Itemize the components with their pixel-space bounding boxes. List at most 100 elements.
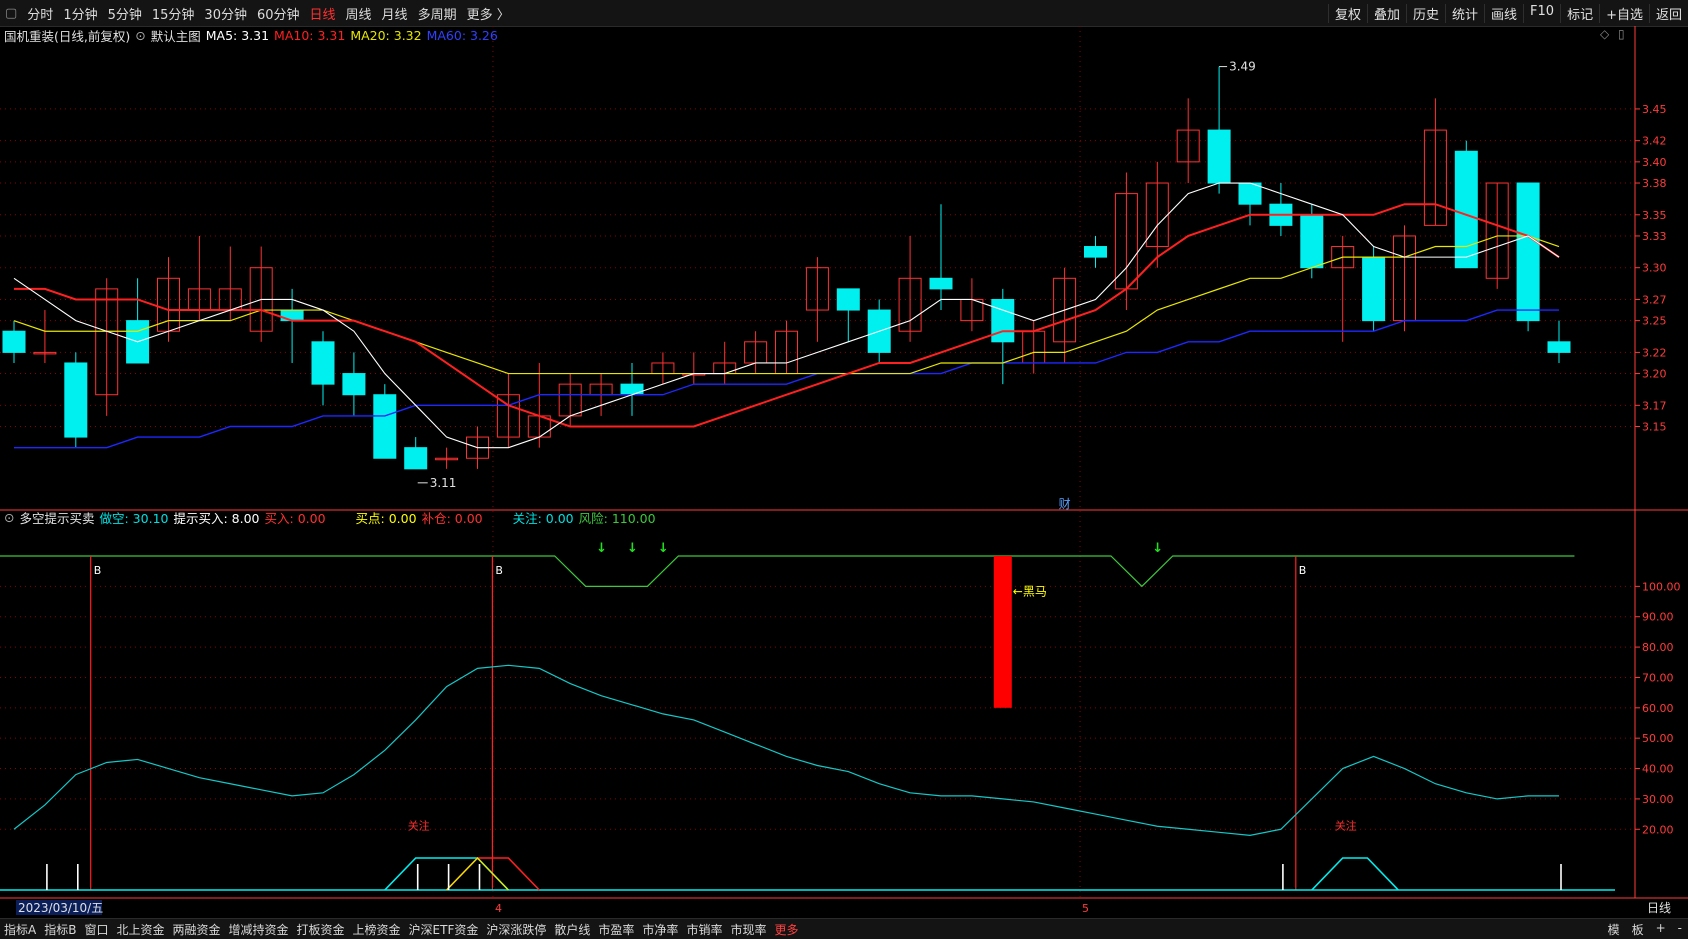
indicator-tick-label: 60.00 bbox=[1642, 702, 1674, 715]
bottom-tab[interactable]: 窗口 bbox=[80, 921, 112, 938]
indicator-tick-label: 40.00 bbox=[1642, 763, 1674, 776]
period-tab[interactable]: 更多 〉 bbox=[462, 4, 515, 23]
bottom-tab[interactable]: 散户线 bbox=[550, 921, 594, 938]
ma10-value: MA10: 3.31 bbox=[274, 27, 346, 43]
bottom-tab[interactable]: 上榜资金 bbox=[349, 921, 405, 938]
period-tab[interactable]: 15分钟 bbox=[147, 4, 200, 23]
heima-label: ←黑马 bbox=[1013, 584, 1047, 598]
price-tick-label: 3.40 bbox=[1642, 156, 1667, 169]
period-tab[interactable]: 月线 bbox=[377, 4, 413, 23]
indicator-tick-label: 30.00 bbox=[1642, 793, 1674, 806]
bottom-tab[interactable]: 指标B bbox=[40, 921, 80, 938]
risk-arrow-icon: ↓ bbox=[596, 541, 607, 556]
toolbar-button[interactable]: +自选 bbox=[1599, 3, 1649, 23]
indicator-tick-label: 90.00 bbox=[1642, 611, 1674, 624]
price-tick-label: 3.27 bbox=[1642, 293, 1667, 306]
period-tab[interactable]: 30分钟 bbox=[199, 4, 252, 23]
top-toolbar: ▢ 分时 1分钟 5分钟 15分钟 30分钟 60分钟 日线 周线 月线 多周期 更多 〉 复权 叠加… bbox=[0, 0, 1688, 27]
date-cursor-label: 2023/03/10/五 bbox=[18, 901, 103, 915]
bottom-tab[interactable]: 市销率 bbox=[682, 921, 726, 938]
indicator-tick-label: 50.00 bbox=[1642, 732, 1674, 745]
candle-body bbox=[1454, 150, 1478, 269]
bottom-tab[interactable]: 两融资金 bbox=[168, 921, 224, 938]
guanzhu-label: 关注 bbox=[408, 818, 430, 832]
bottom-tab[interactable]: 市现率 bbox=[726, 921, 770, 938]
fengxian-value: 风险: 110.00 bbox=[578, 510, 656, 526]
indicator-name[interactable]: 多空提示买卖 bbox=[19, 508, 94, 527]
risk-arrow-icon: ↓ bbox=[627, 541, 638, 556]
candle-body bbox=[64, 362, 88, 438]
price-tick-label: 3.20 bbox=[1642, 368, 1667, 381]
bottom-toolbar: 指标A 指标B 窗口 北上资金 两融资金 增减持资金 打板资金 上榜资金 沪深ETF资金 沪深涨跌… bbox=[0, 918, 1688, 939]
guanzhu-value: 关注: 0.00 bbox=[512, 510, 574, 526]
bottom-tab[interactable]: 更多 bbox=[770, 921, 802, 938]
period-tab[interactable]: 5分钟 bbox=[103, 4, 147, 23]
risk-arrow-icon: ↓ bbox=[658, 541, 669, 556]
period-tab[interactable]: 1分钟 bbox=[58, 4, 102, 23]
period-tab[interactable]: 多周期 bbox=[413, 4, 462, 23]
guanzhu-label: 关注 bbox=[1335, 818, 1357, 832]
template-name[interactable]: 默认主图 bbox=[151, 26, 201, 45]
low-price-label: 3.11 bbox=[430, 476, 457, 490]
bottom-tab[interactable]: 指标A bbox=[0, 921, 40, 938]
price-tick-label: 3.30 bbox=[1642, 262, 1667, 275]
template-toggle-icon[interactable]: ⊙ bbox=[135, 28, 145, 43]
candle-body bbox=[1207, 129, 1231, 184]
zuokong-line bbox=[13, 664, 1559, 836]
indicator-tick-label: 100.00 bbox=[1642, 580, 1681, 593]
bottom-tab[interactable]: 沪深涨跌停 bbox=[482, 921, 550, 938]
bottom-right-controls: 模板 + - bbox=[1602, 921, 1688, 938]
price-tick-label: 3.35 bbox=[1642, 209, 1667, 222]
bottom-tab[interactable]: 北上资金 bbox=[112, 921, 168, 938]
bottom-tab[interactable]: 增减持资金 bbox=[225, 921, 293, 938]
price-tick-label: 3.17 bbox=[1642, 399, 1667, 412]
bottom-tab[interactable]: 市净率 bbox=[638, 921, 682, 938]
bottom-tab[interactable]: 打板资金 bbox=[293, 921, 349, 938]
price-tick-label: 3.22 bbox=[1642, 346, 1667, 359]
candle-body bbox=[620, 383, 644, 396]
candle-body bbox=[1516, 182, 1540, 322]
bottom-control[interactable]: - bbox=[1672, 921, 1688, 938]
toolbar-button[interactable]: 返回 bbox=[1648, 3, 1688, 23]
high-price-label: 3.49 bbox=[1229, 60, 1256, 74]
chart-canvas[interactable]: 3.45 3.42 3.40 3.38 3.35 3.33 3.30 3.27 3.25 3.22… bbox=[0, 26, 1688, 918]
bottom-control[interactable]: + bbox=[1650, 921, 1672, 938]
toolbar-button[interactable]: 复权 bbox=[1327, 3, 1367, 23]
buy-signal-label: B bbox=[495, 564, 503, 577]
price-tick-label: 3.42 bbox=[1642, 135, 1667, 148]
period-tab[interactable]: 周线 bbox=[341, 4, 377, 23]
period-tab[interactable]: 分时 bbox=[22, 4, 58, 23]
price-tick-label: 3.15 bbox=[1642, 420, 1667, 433]
toolbar-button[interactable]: 画线 bbox=[1484, 3, 1523, 23]
candle-body bbox=[991, 298, 1015, 343]
period-tab[interactable]: 日线 bbox=[305, 4, 341, 23]
heima-bar bbox=[993, 556, 1012, 708]
indicator-toggle-icon[interactable]: ⊙ bbox=[4, 510, 14, 525]
toolbar-button[interactable]: 标记 bbox=[1560, 3, 1599, 23]
window-menu-icon[interactable]: ▢ bbox=[0, 6, 22, 21]
ma5-value: MA5: 3.31 bbox=[205, 27, 270, 43]
price-tick-label: 3.38 bbox=[1642, 177, 1667, 190]
candle-body bbox=[1547, 341, 1571, 353]
expand-icon: ▯ bbox=[1618, 27, 1625, 41]
candle-body bbox=[1300, 214, 1324, 269]
bottom-tab[interactable]: 沪深ETF资金 bbox=[405, 921, 483, 938]
buy-signal-label: B bbox=[94, 564, 102, 577]
bottom-control[interactable]: 模 bbox=[1602, 921, 1626, 938]
period-tabs: 分时 1分钟 5分钟 15分钟 30分钟 60分钟 日线 周线 月线 多周期 更多 〉 bbox=[22, 4, 514, 23]
ma60-value: MA60: 3.26 bbox=[426, 27, 498, 43]
toolbar-button[interactable]: F10 bbox=[1523, 3, 1560, 23]
toolbar-buttons: 复权 叠加 历史 统计 画线 F10 标记 +自选 返回 bbox=[1327, 3, 1688, 23]
buy-signal-label: B bbox=[1299, 564, 1307, 577]
toolbar-button[interactable]: 历史 bbox=[1405, 3, 1445, 23]
price-tick-label: 3.25 bbox=[1642, 315, 1667, 328]
bottom-control[interactable]: 板 bbox=[1626, 921, 1650, 938]
stock-title[interactable]: 国机重装(日线,前复权) bbox=[4, 26, 130, 45]
period-tab[interactable]: 60分钟 bbox=[252, 4, 305, 23]
main-chart-info: 国机重装(日线,前复权) ⊙ 默认主图 MA5: 3.31 MA10: 3.31… bbox=[0, 26, 503, 44]
candle-body bbox=[836, 288, 860, 311]
bottom-tab[interactable]: 市盈率 bbox=[594, 921, 638, 938]
price-tick-label: 3.33 bbox=[1642, 230, 1667, 243]
toolbar-button[interactable]: 叠加 bbox=[1366, 3, 1406, 23]
toolbar-button[interactable]: 统计 bbox=[1445, 3, 1484, 23]
